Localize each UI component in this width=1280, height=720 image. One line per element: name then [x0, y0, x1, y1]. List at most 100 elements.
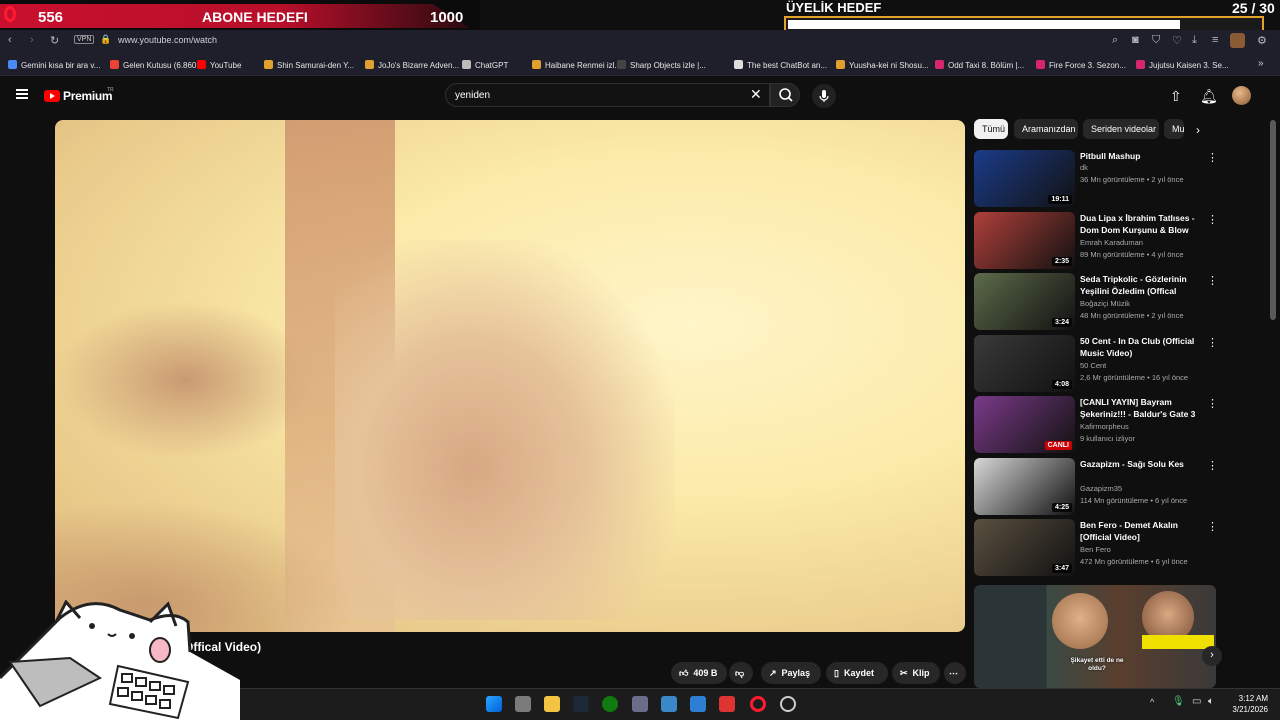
taskbar-clock[interactable]: 3:12 AM 3/21/2026 — [1228, 693, 1268, 715]
heart-icon[interactable]: ♡ — [1172, 34, 1182, 47]
like-button[interactable]: 👍︎ 409 B — [671, 662, 727, 684]
rec-channel[interactable]: Ben Fero — [1080, 545, 1111, 554]
vpn-badge[interactable]: VPN — [74, 35, 95, 44]
rec-thumbnail[interactable]: 2:35 — [974, 212, 1075, 269]
microphone-tray-icon[interactable]: 🎙︎ — [1172, 696, 1185, 707]
menu-icon[interactable]: ≡ — [1212, 34, 1218, 46]
upload-icon[interactable]: ⇧ — [1170, 88, 1182, 105]
bookmark-item[interactable]: JoJo's Bizarre Adven... — [365, 60, 459, 70]
bookmark-item[interactable]: Fire Force 3. Sezon... — [1036, 60, 1126, 70]
rec-thumbnail[interactable]: 4:25 — [974, 458, 1075, 515]
photos-icon[interactable] — [661, 696, 677, 712]
rec-title[interactable]: Pitbull Mashup — [1080, 150, 1204, 162]
bookmark-item[interactable]: Haibane Renmei izl... — [532, 60, 621, 70]
save-button[interactable]: ▯ Kaydet — [826, 662, 888, 684]
clip-button[interactable]: ✂ Klip — [892, 662, 940, 684]
search-input[interactable] — [445, 83, 770, 107]
share-button[interactable]: ↗ Paylaş — [761, 662, 821, 684]
rec-more-icon[interactable]: ⋮ — [1207, 520, 1218, 533]
opera-gx-icon[interactable] — [750, 696, 766, 712]
dislike-button[interactable]: 👎︎ — [729, 662, 753, 684]
rec-channel[interactable]: dk — [1080, 163, 1088, 172]
bookmark-item[interactable]: Gemini kısa bir ara v... — [8, 60, 100, 70]
task-view-icon[interactable] — [515, 696, 531, 712]
rec-more-icon[interactable]: ⋮ — [1207, 459, 1218, 472]
guide-menu-icon[interactable] — [16, 89, 28, 99]
file-explorer-icon[interactable] — [544, 696, 560, 712]
filter-chip[interactable]: Tümü — [974, 119, 1008, 139]
search-icon[interactable]: ⌕ — [1112, 34, 1118, 47]
reload-icon[interactable]: ↻ — [50, 34, 59, 47]
rec-more-icon[interactable]: ⋮ — [1207, 397, 1218, 410]
opera-icon[interactable] — [4, 6, 16, 22]
bookmark-item[interactable]: YouTube — [197, 60, 241, 70]
rec-channel[interactable]: 50 Cent — [1080, 361, 1106, 370]
rec-more-icon[interactable]: ⋮ — [1207, 274, 1218, 287]
rec-title[interactable]: Dua Lipa x İbrahim Tatlıses - Dom Dom Ku… — [1080, 212, 1204, 236]
bookmark-item[interactable]: The best ChatBot an... — [734, 60, 827, 70]
rec-channel[interactable]: Boğaziçi Müzik — [1080, 299, 1130, 308]
rec-thumbnail[interactable]: 19:11 — [974, 150, 1075, 207]
url-field[interactable]: www.youtube.com/watch — [118, 35, 217, 45]
shorts-thumbnail[interactable]: Şikayet etti de ne oldu? — [974, 585, 1216, 688]
youtube-logo-icon[interactable] — [44, 90, 60, 102]
lock-icon[interactable]: 🔒 — [100, 34, 111, 45]
obs-icon[interactable] — [780, 696, 796, 712]
more-actions-button[interactable]: ⋯ — [944, 662, 966, 684]
shorts-next-button[interactable]: › — [1202, 646, 1222, 666]
network-icon[interactable]: ▭ — [1192, 696, 1201, 707]
filter-chip[interactable]: Seriden videolar — [1083, 119, 1159, 139]
windows-start-icon[interactable] — [486, 696, 502, 712]
youtube-logo-text[interactable]: Premium — [63, 89, 113, 103]
rec-thumbnail[interactable]: 3:47 — [974, 519, 1075, 576]
camera-icon[interactable]: ◙ — [1132, 34, 1139, 46]
notifications-bell-icon[interactable]: 🔔︎ — [1200, 88, 1218, 105]
xbox-icon[interactable] — [602, 696, 618, 712]
rec-channel[interactable]: Gazapizm35 — [1080, 484, 1122, 493]
more-bookmarks-icon[interactable]: » — [1258, 58, 1264, 69]
rec-more-icon[interactable]: ⋮ — [1207, 336, 1218, 349]
rec-title[interactable]: Seda Tripkolic - Gözlerinin Yeşilini Özl… — [1080, 273, 1204, 297]
snipping-tool-icon[interactable] — [719, 696, 735, 712]
video-player[interactable] — [55, 120, 965, 632]
search-button[interactable] — [770, 83, 800, 107]
rec-title[interactable]: Ben Fero - Demet Akalın [Official Video] — [1080, 519, 1204, 543]
rec-title[interactable]: 50 Cent - In Da Club (Official Music Vid… — [1080, 335, 1204, 359]
voice-search-button[interactable] — [812, 84, 836, 108]
filter-chip[interactable]: Mu — [1164, 119, 1184, 139]
bookmark-item[interactable]: ChatGPT — [462, 60, 508, 70]
rec-more-icon[interactable]: ⋮ — [1207, 213, 1218, 226]
filter-chip[interactable]: Aramanızdan — [1014, 119, 1078, 139]
rec-thumbnail[interactable]: CANLI — [974, 396, 1075, 453]
scrollbar[interactable] — [1270, 120, 1276, 320]
rec-title[interactable]: Gazapizm - Sağı Solu Kes — [1080, 458, 1204, 470]
download-icon[interactable]: ⤓ — [1192, 34, 1197, 47]
bookmark-item[interactable]: Jujutsu Kaisen 3. Se... — [1136, 60, 1229, 70]
bookmark-item[interactable]: Shin Samurai-den Y... — [264, 60, 354, 70]
volume-icon[interactable]: 🔈︎ — [1208, 696, 1214, 707]
settings-icon[interactable] — [632, 696, 648, 712]
mail-icon[interactable] — [690, 696, 706, 712]
back-icon[interactable]: ‹ — [8, 34, 12, 46]
rec-meta: 36 Mn görüntüleme • 2 yıl önce — [1080, 175, 1184, 184]
rec-title[interactable]: [CANLI YAYIN] Bayram Şekeriniz!!! - Bald… — [1080, 396, 1204, 420]
steam-icon[interactable] — [573, 696, 589, 712]
rec-channel[interactable]: Emrah Karaduman — [1080, 238, 1143, 247]
search-query[interactable]: yeniden — [455, 90, 490, 101]
profile-avatar[interactable] — [1230, 33, 1245, 48]
account-avatar[interactable] — [1232, 86, 1251, 105]
rec-channel[interactable]: Kafirmorpheus — [1080, 422, 1129, 431]
bookmark-item[interactable]: Odd Taxi 8. Bölüm |... — [935, 60, 1024, 70]
bookmark-item[interactable]: Gelen Kutusu (6.860... — [110, 60, 203, 70]
rec-thumbnail[interactable]: 4:08 — [974, 335, 1075, 392]
rec-more-icon[interactable]: ⋮ — [1207, 151, 1218, 164]
clear-search-icon[interactable]: ✕ — [750, 86, 762, 103]
shield-icon[interactable]: ⛉ — [1152, 34, 1160, 47]
bookmark-item[interactable]: Yuusha-kei ni Shosu... — [836, 60, 929, 70]
easy-setup-icon[interactable]: ⚙ — [1257, 34, 1267, 47]
bookmark-item[interactable]: Sharp Objects izle |... — [617, 60, 706, 70]
tray-chevron-icon[interactable]: ^ — [1150, 697, 1154, 707]
chips-next-icon[interactable]: › — [1196, 123, 1200, 137]
forward-icon[interactable]: › — [30, 34, 34, 46]
rec-thumbnail[interactable]: 3:24 — [974, 273, 1075, 330]
